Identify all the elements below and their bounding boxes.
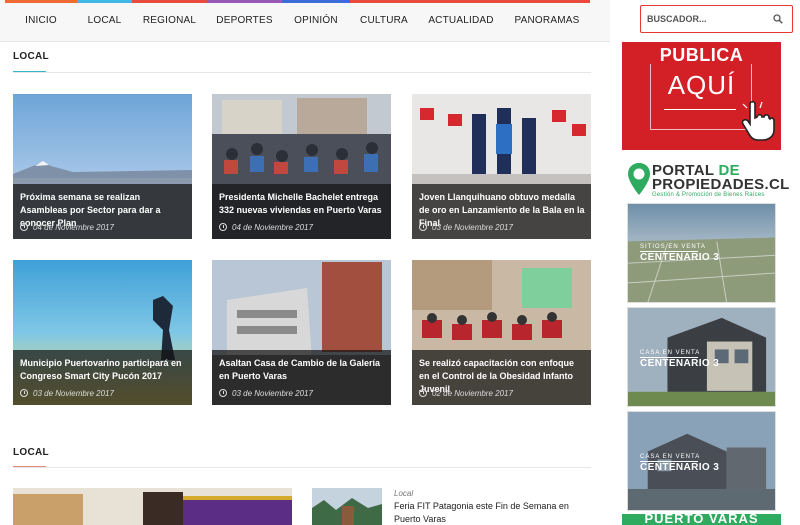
nav-label: CULTURA: [360, 15, 408, 26]
nav-label: LOCAL: [87, 15, 122, 26]
thumbnail-photo: [312, 488, 382, 525]
card-date: 03 de Noviembre 2017: [419, 223, 513, 232]
publica-aqui-ad[interactable]: PUBLICA AQUÍ: [622, 42, 781, 150]
card-title[interactable]: Municipio Puertovarino participará en Co…: [20, 357, 186, 383]
card-title[interactable]: Presidenta Michelle Bachelet entrega 332…: [219, 191, 385, 217]
property-ad[interactable]: CASA EN VENTA CENTENARIO 3: [627, 411, 776, 511]
ad-headline: PUBLICA: [659, 45, 744, 65]
news-title-link[interactable]: Feria FIT Patagonia este Fin de Semana e…: [394, 500, 594, 525]
clock-icon: [419, 223, 427, 231]
property-name: CENTENARIO 3: [640, 358, 720, 369]
section-divider: [13, 72, 591, 73]
nav-label: OPINIÓN: [294, 15, 338, 26]
property-name: CENTENARIO 3: [640, 462, 720, 473]
section-divider: [13, 467, 591, 468]
card-date-text: 03 de Noviembre 2017: [432, 223, 513, 232]
portal-propiedades-logo[interactable]: PORTAL DE PROPIEDADES.CL Gestión & Promo…: [627, 162, 789, 198]
nav-item-deportes[interactable]: DEPORTES: [207, 0, 282, 42]
news-card[interactable]: Próxima semana se realizan Asambleas por…: [13, 94, 192, 239]
nav-item-local[interactable]: LOCAL: [77, 0, 132, 42]
news-category[interactable]: Local: [394, 489, 413, 498]
property-rule: [640, 357, 698, 358]
card-caption: Presidenta Michelle Bachelet entrega 332…: [212, 184, 391, 239]
ad-underline: [664, 109, 736, 110]
card-title[interactable]: Asaltan Casa de Cambio de la Galería en …: [219, 357, 385, 383]
card-caption: Municipio Puertovarino participará en Co…: [13, 350, 192, 405]
property-sub: CASA EN VENTA: [640, 454, 701, 460]
card-date: 04 de Noviembre 2017: [219, 223, 313, 232]
clock-icon: [419, 389, 427, 397]
clock-icon: [219, 389, 227, 397]
property-rule: [640, 251, 698, 252]
property-rule: [640, 461, 698, 462]
nav-label: REGIONAL: [142, 15, 197, 26]
property-sub: SITIOS EN VENTA: [640, 244, 706, 250]
property-ad[interactable]: SITIOS EN VENTA CENTENARIO 3: [627, 203, 776, 303]
nav-label: ACTUALIDAD: [428, 15, 494, 26]
clock-icon: [20, 223, 28, 231]
main-nav: INICIO LOCAL REGIONAL DEPORTES OPINIÓN C…: [0, 0, 610, 42]
section-title: LOCAL: [13, 51, 49, 62]
card-date: 04 de Noviembre 2017: [20, 223, 114, 232]
card-caption: Próxima semana se realizan Asambleas por…: [13, 184, 192, 239]
puerto-varas-banner[interactable]: PUERTO VARAS: [622, 514, 781, 525]
page: INICIO LOCAL REGIONAL DEPORTES OPINIÓN C…: [0, 0, 800, 525]
nav-item-inicio[interactable]: INICIO: [5, 0, 77, 42]
clock-icon: [20, 389, 28, 397]
news-card[interactable]: Joven Llanquihuano obtuvo medalla de oro…: [412, 94, 591, 239]
card-date-text: 02 de Noviembre 2017: [432, 389, 513, 398]
nav-label: DEPORTES: [216, 15, 273, 26]
featured-image[interactable]: [13, 488, 292, 525]
property-sub: CASA EN VENTA: [640, 350, 701, 356]
nav-item-regional[interactable]: REGIONAL: [132, 0, 207, 42]
search-box: [640, 5, 793, 33]
nav-item-panoramas[interactable]: PANORAMAS: [504, 0, 590, 42]
news-thumbnail[interactable]: [312, 488, 382, 525]
card-date: 03 de Noviembre 2017: [20, 389, 114, 398]
card-date-text: 04 de Noviembre 2017: [232, 223, 313, 232]
card-date: 03 de Noviembre 2017: [219, 389, 313, 398]
location-pin-icon: [628, 163, 650, 195]
search-icon[interactable]: [773, 14, 783, 24]
banner-text: PUERTO VARAS: [644, 514, 759, 525]
card-date-text: 04 de Noviembre 2017: [33, 223, 114, 232]
news-card[interactable]: Se realizó capacitación con enfoque en e…: [412, 260, 591, 405]
search-input[interactable]: [647, 11, 765, 27]
nav-label: PANORAMAS: [514, 15, 580, 26]
card-date-text: 03 de Noviembre 2017: [33, 389, 114, 398]
card-caption: Asaltan Casa de Cambio de la Galería en …: [212, 350, 391, 405]
property-ad[interactable]: CASA EN VENTA CENTENARIO 3: [627, 307, 776, 407]
nav-item-opinion[interactable]: OPINIÓN: [282, 0, 350, 42]
news-card[interactable]: Presidenta Michelle Bachelet entrega 332…: [212, 94, 391, 239]
portal-line2: PROPIEDADES.CL: [652, 176, 790, 193]
card-date-text: 03 de Noviembre 2017: [232, 389, 313, 398]
card-caption: Joven Llanquihuano obtuvo medalla de oro…: [412, 184, 591, 239]
featured-image-photo: [13, 488, 292, 525]
section-title: LOCAL: [13, 447, 49, 458]
ad-subline: AQUÍ: [667, 70, 736, 100]
card-date: 02 de Noviembre 2017: [419, 389, 513, 398]
news-card[interactable]: Asaltan Casa de Cambio de la Galería en …: [212, 260, 391, 405]
clock-icon: [219, 223, 227, 231]
news-card[interactable]: Municipio Puertovarino participará en Co…: [13, 260, 192, 405]
portal-tagline: Gestión & Promoción de Bienes Raíces: [652, 192, 765, 198]
property-name: CENTENARIO 3: [640, 252, 720, 263]
nav-label: INICIO: [25, 15, 57, 26]
nav-item-cultura[interactable]: CULTURA: [350, 0, 418, 42]
nav-item-actualidad[interactable]: ACTUALIDAD: [418, 0, 504, 42]
card-caption: Se realizó capacitación con enfoque en e…: [412, 350, 591, 405]
pointer-hand-icon: [741, 100, 775, 141]
